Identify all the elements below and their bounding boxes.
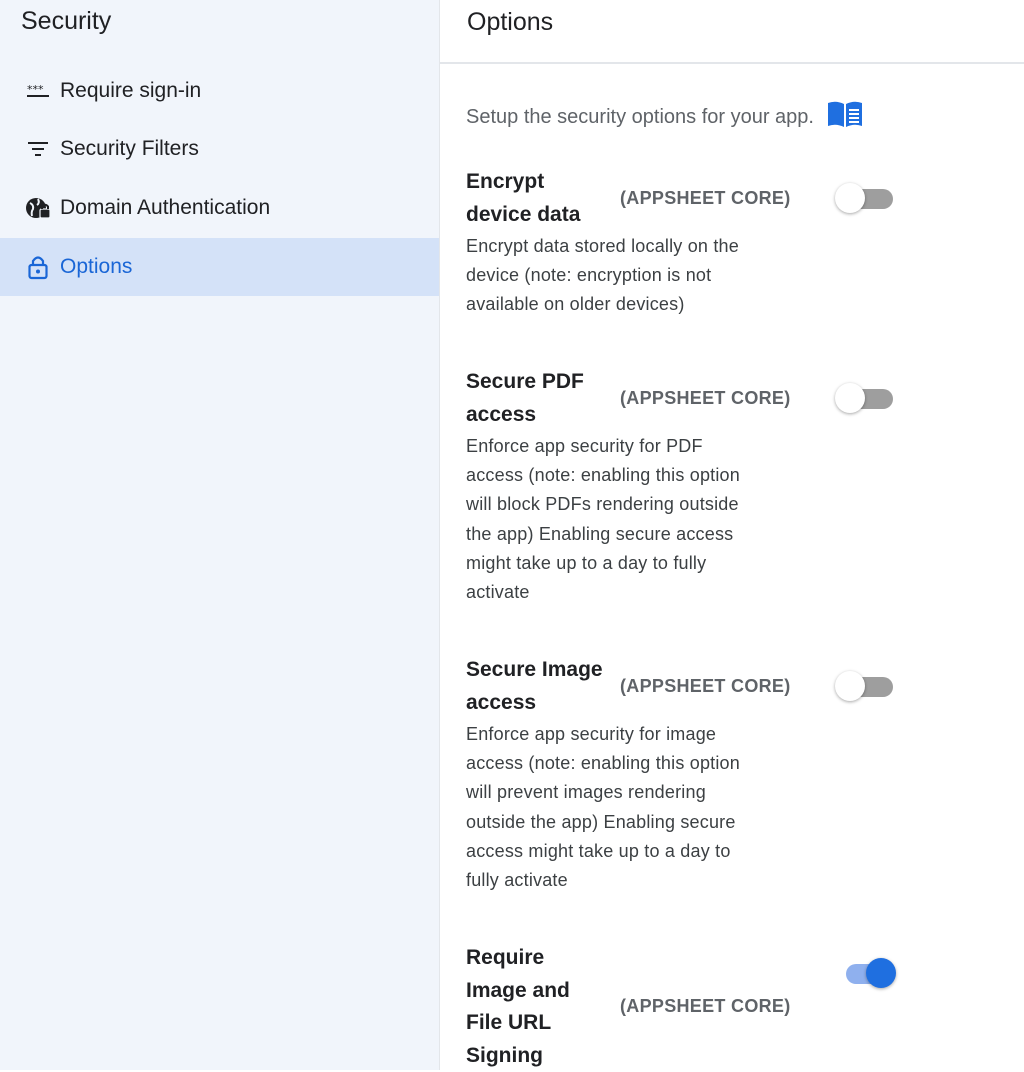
password-dots-icon: *** [25,78,51,104]
sidebar-item-label: Security Filters [60,137,199,161]
option-title-line: Encrypt [466,166,616,199]
option-title: Secure PDF access [466,366,616,431]
description-line: Encrypt data stored locally on the [466,232,796,261]
option-title-line: Signing [466,1040,616,1072]
option-title: Encrypt device data [466,166,616,231]
description-line: outside the app) Enabling secure [466,808,796,837]
sidebar-item-label: Require sign-in [60,79,201,103]
option-description: Enforce app security for image access (n… [466,720,796,895]
option-description: Enforce app security for PDF access (not… [466,432,796,607]
option-title: Require Image and File URL Signing [466,942,616,1072]
book-icon[interactable] [826,100,864,134]
sidebar-item-domain-authentication[interactable]: Domain Authentication [0,179,439,237]
option-title-line: Image and [466,975,616,1008]
main-header: Options [440,0,1024,64]
globe-lock-icon [25,195,51,221]
description-line: device (note: encryption is not [466,261,796,290]
sidebar: Security *** Require sign-in Security Fi… [0,0,440,1070]
secure-pdf-access-toggle[interactable] [835,382,897,416]
sidebar-item-options[interactable]: Options [0,238,439,296]
option-title-line: Secure PDF [466,366,616,399]
option-tag: (APPSHEET CORE) [620,676,791,697]
option-title-line: Require [466,942,616,975]
sidebar-item-label: Domain Authentication [60,196,270,220]
description-line: Enforce app security for PDF [466,432,796,461]
toggle-thumb [835,383,865,413]
encrypt-device-data-toggle[interactable] [835,182,897,216]
option-tag: (APPSHEET CORE) [620,996,791,1017]
option-tag: (APPSHEET CORE) [620,388,791,409]
secure-image-access-toggle[interactable] [835,670,897,704]
option-title: Secure Image access [466,654,616,719]
description-line: will block PDFs rendering outside [466,490,796,519]
description-line: will prevent images rendering [466,778,796,807]
require-url-signing-toggle[interactable] [836,957,898,991]
svg-text:***: *** [27,84,44,96]
option-description: Encrypt data stored locally on the devic… [466,232,796,320]
description-line: the app) Enabling secure access [466,520,796,549]
description-line: fully activate [466,866,796,895]
toggle-thumb [835,671,865,701]
intro-text: Setup the security options for your app. [466,106,814,129]
option-title-line: access [466,399,616,432]
option-title-line: device data [466,199,616,232]
description-line: access might take up to a day to [466,837,796,866]
description-line: Enforce app security for image [466,720,796,749]
description-line: might take up to a day to fully [466,549,796,578]
option-title-line: access [466,687,616,720]
description-line: activate [466,578,796,607]
description-line: access (note: enabling this option [466,749,796,778]
filter-icon [25,136,51,162]
sidebar-item-require-sign-in[interactable]: *** Require sign-in [0,62,439,120]
page-title: Options [467,8,553,37]
option-title-line: Secure Image [466,654,616,687]
sidebar-item-label: Options [60,255,132,279]
option-tag: (APPSHEET CORE) [620,188,791,209]
sidebar-title: Security [21,7,111,36]
sidebar-item-security-filters[interactable]: Security Filters [0,120,439,178]
description-line: access (note: enabling this option [466,461,796,490]
toggle-thumb [835,183,865,213]
toggle-thumb [866,958,896,988]
description-line: available on older devices) [466,290,796,319]
lock-icon [25,254,51,280]
option-title-line: File URL [466,1007,616,1040]
intro-line: Setup the security options for your app. [466,100,864,134]
